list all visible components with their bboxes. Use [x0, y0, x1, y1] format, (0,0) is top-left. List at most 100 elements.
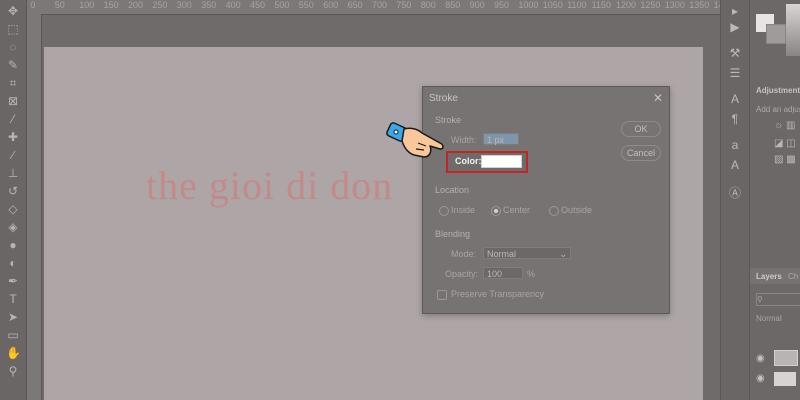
layer-thumbnail[interactable] — [774, 372, 796, 386]
history-brush-tool-icon[interactable]: ↺ — [6, 184, 20, 198]
pen-tool-icon[interactable]: ✒ — [6, 274, 20, 288]
radio-inside[interactable] — [439, 206, 449, 216]
ruler-tick-label: 500 — [274, 0, 290, 10]
location-group-label: Location — [435, 185, 470, 195]
levels-adjust-icon[interactable]: ◪ ◫ — [774, 138, 796, 149]
opacity-input[interactable]: 100 — [483, 267, 523, 279]
ruler-tick-label: 800 — [420, 0, 436, 10]
healing-brush-tool-icon[interactable]: ✚ — [6, 130, 20, 144]
ruler-tick-label: 750 — [396, 0, 412, 10]
marquee-tool-icon[interactable]: ⬚ — [6, 22, 20, 36]
blending-group-label: Blending — [435, 229, 471, 239]
path-select-tool-icon[interactable]: ➤ — [6, 310, 20, 324]
color-swatch[interactable] — [481, 155, 522, 168]
layer-visibility-icon[interactable]: ◉ — [756, 373, 765, 384]
tab-layers[interactable]: Layers — [756, 272, 782, 281]
ruler-tick-label: 1050 — [542, 0, 563, 10]
layer-visibility-icon[interactable]: ◉ — [756, 353, 765, 364]
color-label: Color: — [455, 156, 482, 166]
close-icon[interactable]: ✕ — [653, 91, 663, 105]
width-label: Width: — [451, 135, 477, 145]
ruler-tick-label: 600 — [323, 0, 339, 10]
move-tool-icon[interactable]: ✥ — [6, 4, 20, 18]
inside-label: Inside — [451, 205, 476, 215]
vertical-ruler — [27, 14, 42, 400]
frame-tool-icon[interactable]: ⊠ — [6, 94, 20, 108]
tab-channels[interactable]: Ch — [788, 272, 798, 281]
ruler-tick-label: 200 — [128, 0, 144, 10]
layer-thumbnail[interactable] — [774, 350, 798, 366]
clone-stamp-tool-icon[interactable]: ⊥ — [6, 166, 20, 180]
radio-center[interactable] — [491, 206, 501, 216]
ruler-tick-label: 300 — [176, 0, 192, 10]
layer-blend-mode[interactable]: Normal — [756, 314, 782, 323]
brush-settings-icon[interactable]: ⚒ — [728, 46, 742, 60]
ruler-tick-label: 1150 — [591, 0, 611, 10]
adjustments-title: Adjustments — [756, 86, 800, 95]
ruler-tick-label: 550 — [298, 0, 314, 10]
zoom-tool-icon[interactable]: ⚲ — [6, 364, 20, 378]
ruler-tick-label: 1000 — [518, 0, 539, 10]
blur-tool-icon[interactable]: ● — [6, 238, 20, 252]
right-panels: Adjustments Add an adjus ☼ ▥ ◪ ◫ ▨ ▩ Lay… — [749, 0, 800, 400]
ruler-tick-label: 1300 — [664, 0, 685, 10]
canvas-text-layer: the gioi di don — [146, 163, 394, 208]
width-input[interactable]: 1 px — [483, 133, 519, 145]
cancel-button[interactable]: Cancel — [621, 145, 661, 161]
layer-filter-icon[interactable]: ⚲ — [756, 293, 800, 306]
ruler-tick-label: 400 — [225, 0, 241, 10]
ruler-tick-label: 1350 — [689, 0, 710, 10]
rectangle-tool-icon[interactable]: ▭ — [6, 328, 20, 342]
gradient-map-icon[interactable]: ▨ ▩ — [774, 154, 796, 165]
ruler-tick-label: 250 — [152, 0, 168, 10]
ruler-tick-label: 950 — [494, 0, 510, 10]
brush-tool-icon[interactable]: ∕ — [6, 148, 20, 162]
horizontal-ruler: 5005010015020025030035040045050055060065… — [0, 0, 782, 15]
ruler-tick-label: 350 — [201, 0, 217, 10]
type-tool-icon[interactable]: T — [6, 292, 20, 306]
chevron-down-icon: ⌄ — [559, 249, 567, 259]
dodge-tool-icon[interactable]: ◐ — [6, 256, 20, 270]
sliders-icon[interactable]: ☰ — [728, 66, 742, 80]
lasso-tool-icon[interactable]: ◌ — [6, 40, 20, 54]
brightness-adjust-icon[interactable]: ☼ ▥ — [774, 120, 795, 131]
dialog-title: Stroke — [429, 93, 458, 104]
mode-value: Normal — [487, 249, 517, 259]
radio-outside[interactable] — [549, 206, 559, 216]
stroke-dialog: Stroke ✕ Stroke Width: 1 px Location Ins… — [422, 86, 670, 314]
color-picker-gradient[interactable] — [786, 4, 800, 56]
ruler-tick-label: 150 — [103, 0, 119, 10]
preserve-transparency-label: Preserve Transparency — [451, 289, 545, 299]
tools-panel: ✥ ⬚ ◌ ✎ ⌗ ⊠ ⁄ ✚ ∕ ⊥ ↺ ◇ ◈ ● ◐ ✒ T ➤ ▭ ✋ … — [0, 0, 27, 400]
ruler-tick-label: 1200 — [616, 0, 637, 10]
preserve-transparency-checkbox[interactable] — [437, 290, 447, 300]
paint-bucket-tool-icon[interactable]: ◈ — [6, 220, 20, 234]
background-color-swatch[interactable] — [766, 24, 786, 44]
character-panel-icon[interactable]: A — [728, 92, 742, 106]
opacity-unit: % — [527, 269, 536, 279]
adjustments-hint: Add an adjus — [756, 105, 800, 114]
play-icon[interactable]: ▶ — [728, 20, 742, 34]
panel-icon-strip: ▸ ▶ ⚒ ☰ A ¶ a A Ⓐ — [720, 0, 749, 400]
eraser-tool-icon[interactable]: ◇ — [6, 202, 20, 216]
hand-tool-icon[interactable]: ✋ — [6, 346, 21, 360]
ok-button[interactable]: OK — [621, 121, 661, 137]
ruler-tick-label: 900 — [469, 0, 485, 10]
ruler-tick-label: 1100 — [567, 0, 587, 10]
styles-icon[interactable]: A — [728, 158, 742, 172]
glyphs-icon[interactable]: a — [728, 138, 742, 152]
paragraph-panel-icon[interactable]: ¶ — [728, 112, 742, 126]
ruler-tick-label: 0 — [30, 0, 36, 10]
ruler-tick-label: 650 — [347, 0, 363, 10]
pointing-hand-icon — [386, 122, 444, 158]
outside-label: Outside — [561, 205, 593, 215]
ruler-tick-label: 700 — [372, 0, 388, 10]
mode-select[interactable]: Normal ⌄ — [483, 247, 571, 259]
crop-tool-icon[interactable]: ⌗ — [6, 76, 20, 90]
ruler-tick-label: 1250 — [640, 0, 661, 10]
ruler-tick-label: 450 — [250, 0, 266, 10]
type-panel-icon[interactable]: Ⓐ — [728, 186, 742, 200]
eyedropper-tool-icon[interactable]: ⁄ — [6, 112, 20, 126]
expand-panels-icon[interactable]: ▸ — [728, 4, 742, 18]
quick-select-tool-icon[interactable]: ✎ — [6, 58, 20, 72]
